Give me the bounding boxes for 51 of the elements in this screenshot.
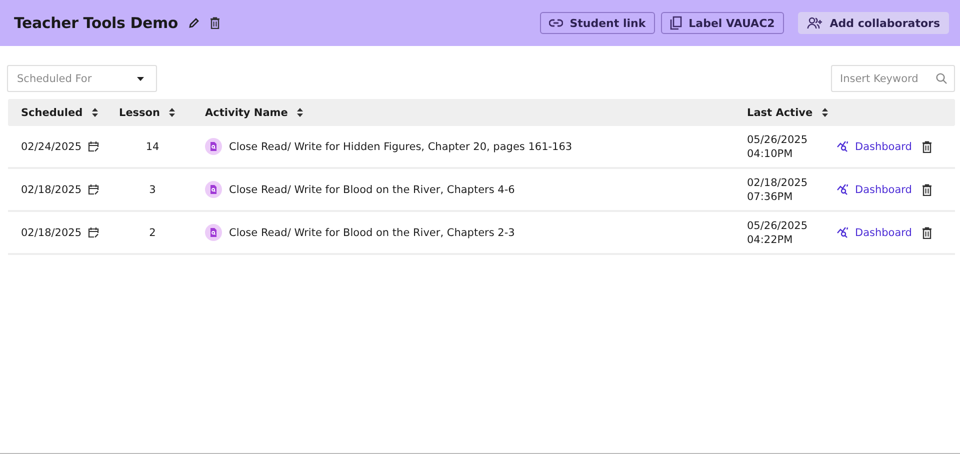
- column-header[interactable]: Activity Name: [205, 106, 288, 118]
- add-collaborators-button[interactable]: Add collaborators: [798, 12, 949, 34]
- calendar-edit-icon[interactable]: [88, 141, 99, 152]
- last-active-date: 02/18/2025: [747, 176, 809, 190]
- student-link-button[interactable]: Student link: [540, 12, 655, 34]
- trash-icon[interactable]: [922, 140, 932, 152]
- activity-name: Close Read/ Write for Hidden Figures, Chapter 20, pages 161-163: [229, 140, 572, 152]
- activity-name: Close Read/ Write for Blood on the River, Chapters 4-6: [229, 184, 515, 196]
- column-header[interactable]: Lesson: [119, 106, 160, 118]
- dashboard-link[interactable]: Dashboard: [837, 226, 912, 238]
- chart-search-icon: [837, 141, 849, 152]
- sort-icon[interactable]: [296, 108, 303, 117]
- sort-icon[interactable]: [822, 108, 828, 117]
- last-active-date: 05/26/2025: [747, 218, 809, 232]
- scheduled-date: 02/18/2025: [21, 226, 82, 238]
- trash-icon[interactable]: [922, 184, 932, 196]
- chart-search-icon: [837, 184, 849, 195]
- caret-icon: [137, 76, 144, 80]
- scheduled-for-dropdown[interactable]: Scheduled For: [7, 65, 157, 92]
- pencil-icon[interactable]: [188, 17, 200, 29]
- trash-icon[interactable]: [210, 17, 220, 29]
- calendar-edit-icon[interactable]: [88, 227, 99, 238]
- activity-icon: [205, 224, 222, 241]
- scheduled-date: 02/24/2025: [21, 140, 82, 152]
- trash-icon[interactable]: [922, 226, 932, 238]
- sort-icon[interactable]: [92, 108, 98, 117]
- calendar-edit-icon[interactable]: [88, 184, 99, 195]
- chart-search-icon: [837, 227, 849, 238]
- scheduled-date: 02/18/2025: [21, 184, 82, 196]
- activity-icon: [205, 181, 222, 198]
- activity-icon: [205, 138, 222, 155]
- dashboard-link[interactable]: Dashboard: [837, 140, 912, 152]
- copy-icon: [670, 16, 682, 30]
- last-active-time: 04:10PM: [747, 146, 794, 160]
- column-header[interactable]: Scheduled: [21, 106, 83, 118]
- lesson-number: 2: [149, 226, 156, 238]
- column-header[interactable]: Last Active: [747, 106, 813, 118]
- dashboard-link[interactable]: Dashboard: [837, 184, 912, 196]
- lesson-number: 3: [149, 184, 156, 196]
- last-active-time: 04:22PM: [747, 232, 794, 246]
- link-icon: [548, 19, 563, 27]
- search-icon: [936, 73, 947, 84]
- activity-name: Close Read/ Write for Blood on the River, Chapters 2-3: [229, 226, 515, 238]
- page-title: Teacher Tools Demo: [14, 14, 178, 32]
- sort-icon[interactable]: [169, 108, 176, 117]
- last-active-date: 05/26/2025: [747, 132, 809, 146]
- keyword-search-field[interactable]: Insert Keyword: [831, 65, 955, 92]
- lesson-number: 14: [146, 140, 160, 152]
- last-active-time: 07:36PM: [747, 190, 794, 204]
- add-people-icon: [806, 17, 823, 29]
- label-button[interactable]: Label VAUAC2: [660, 12, 784, 34]
